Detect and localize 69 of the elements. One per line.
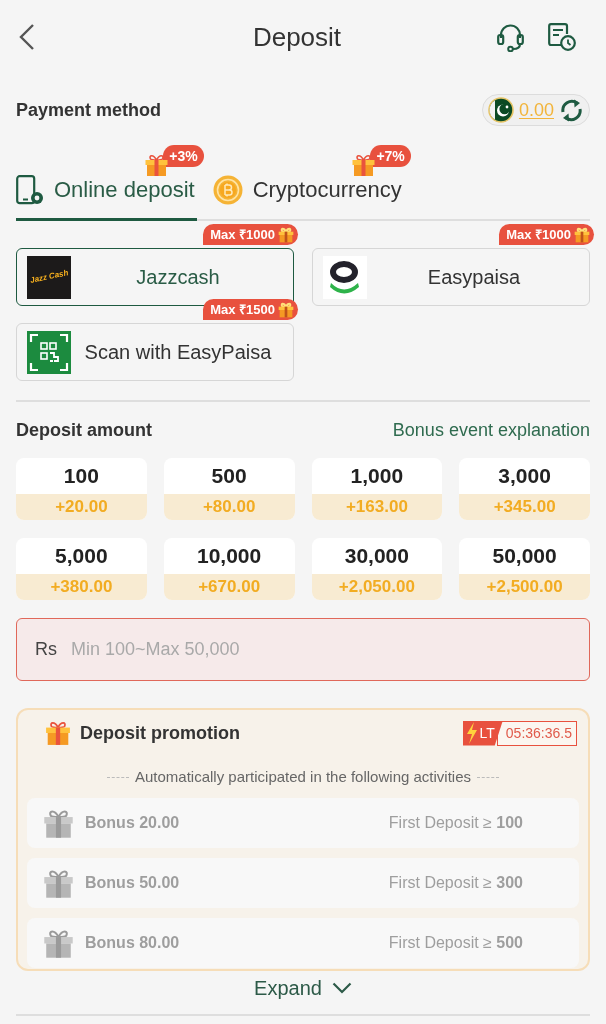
bonus-amount: +345.00 xyxy=(459,494,590,520)
gift-icon xyxy=(574,226,590,243)
jazzcash-logo: Jazz Cash xyxy=(27,255,71,299)
max-bonus-label: Max ₹1000 xyxy=(506,228,571,241)
promotion-title: Deposit promotion xyxy=(80,721,240,745)
history-icon[interactable] xyxy=(548,23,576,51)
amount-value: 100 xyxy=(62,463,100,490)
bonus-label: Bonus 50.00 xyxy=(85,873,180,893)
page-title: Deposit xyxy=(252,24,342,50)
crescent-flag-icon xyxy=(487,97,514,123)
amount-option[interactable]: 10,000 +670.00 xyxy=(163,538,295,600)
bonus-percent-badge: +7% xyxy=(370,145,411,167)
tab[interactable]: Cryptocurrency xyxy=(212,172,404,221)
section-heading: Payment method xyxy=(16,98,162,122)
bonus-amount: +670.00 xyxy=(163,574,295,600)
easypaisa-logo xyxy=(323,255,367,299)
promotion-subtitle: Automatically participated in the following activities xyxy=(135,766,471,787)
bonus-amount: +380.00 xyxy=(16,574,147,600)
payment-method-option[interactable]: Easypaisa xyxy=(312,248,590,306)
currency-label: Rs xyxy=(35,638,57,661)
bonus-amount: +80.00 xyxy=(163,494,295,520)
bonus-amount: +2,500.00 xyxy=(459,574,590,600)
amount-option[interactable]: 3,000 +345.00 xyxy=(459,458,590,520)
deposit-condition: First Deposit ≥ 500 xyxy=(388,933,523,953)
bitcoin-coin-icon xyxy=(212,174,243,205)
gift-icon xyxy=(45,720,71,746)
amount-option[interactable]: 30,000 +2,050.00 xyxy=(311,538,443,600)
back-icon[interactable] xyxy=(18,23,36,51)
amount-input[interactable]: Min 100~Max 50,000 xyxy=(71,629,589,670)
lightning-icon xyxy=(465,722,478,744)
max-bonus-label: Max ₹1000 xyxy=(210,228,275,241)
gift-icon xyxy=(278,301,294,318)
support-headset-icon[interactable] xyxy=(497,22,524,52)
bonus-amount: +163.00 xyxy=(311,494,443,520)
amount-input-field[interactable]: Rs Min 100~Max 50,000 xyxy=(16,618,590,681)
expand-button[interactable]: Expand xyxy=(254,973,352,1003)
chevron-down-icon xyxy=(331,982,352,994)
amount-option[interactable]: 50,000 +2,500.00 xyxy=(459,538,590,600)
deposit-condition: First Deposit ≥ 300 xyxy=(388,873,523,893)
amount-value: 500 xyxy=(210,463,248,490)
balance-amount: 0.00 xyxy=(518,98,554,122)
section-heading: Deposit amount xyxy=(16,418,152,442)
amount-value: 50,000 xyxy=(491,543,558,570)
max-bonus-label: Max ₹1500 xyxy=(210,303,275,316)
payment-method-option[interactable]: Scan with EasyPaisa xyxy=(16,323,294,381)
qr-scan-icon xyxy=(27,330,71,374)
limited-time-label: LT xyxy=(479,726,495,740)
gift-icon xyxy=(350,153,376,177)
bonus-label: Bonus 20.00 xyxy=(85,813,180,833)
bonus-percent-badge: +3% xyxy=(163,145,204,167)
bonus-explanation-link[interactable]: Bonus event explanation xyxy=(392,416,590,444)
gift-icon xyxy=(143,153,169,177)
bonus-label: Bonus 80.00 xyxy=(85,933,180,953)
amount-value: 30,000 xyxy=(343,543,410,570)
amount-option[interactable]: 5,000 +380.00 xyxy=(16,538,147,600)
amount-value: 5,000 xyxy=(54,543,109,570)
bonus-amount: +2,050.00 xyxy=(311,574,443,600)
countdown-timer: 05:36:36.5 xyxy=(496,720,577,746)
deposit-condition: First Deposit ≥ 100 xyxy=(388,813,523,833)
refresh-icon[interactable] xyxy=(559,97,584,123)
amount-value: 1,000 xyxy=(349,463,405,490)
amount-value: 3,000 xyxy=(497,463,552,490)
amount-option[interactable]: 1,000 +163.00 xyxy=(311,458,443,520)
gift-icon xyxy=(278,226,294,243)
amount-option[interactable]: 100 +20.00 xyxy=(16,458,147,520)
amount-option[interactable]: 500 +80.00 xyxy=(163,458,295,520)
phone-icon xyxy=(16,174,44,205)
amount-value: 10,000 xyxy=(196,543,263,570)
bonus-amount: +20.00 xyxy=(16,494,147,520)
